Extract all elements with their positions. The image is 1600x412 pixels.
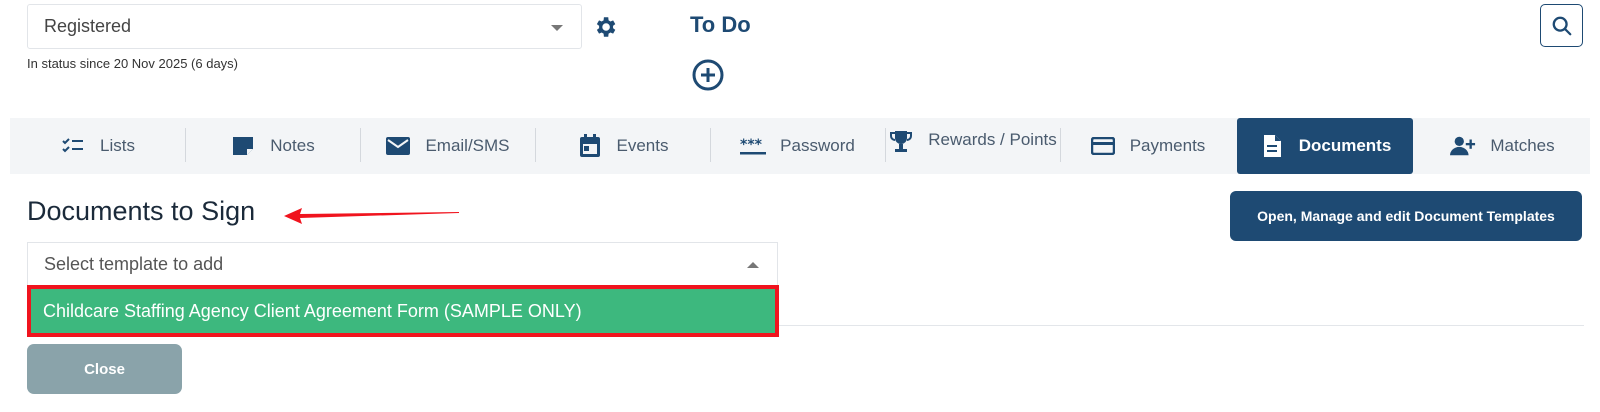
manage-templates-button[interactable]: Open, Manage and edit Document Templates [1230, 191, 1582, 241]
tab-lists[interactable]: Lists [10, 118, 185, 174]
tab-rewards-points[interactable]: Rewards / Points [885, 118, 1060, 174]
tab-matches-label: Matches [1490, 136, 1555, 155]
tab-email-sms-label: Email/SMS [425, 136, 510, 155]
tab-password-label: Password [780, 136, 855, 155]
tab-payments-label: Payments [1129, 136, 1206, 155]
search-button[interactable] [1540, 4, 1583, 47]
note-icon [230, 134, 256, 158]
tab-documents[interactable]: Documents [1237, 118, 1413, 174]
trophy-icon [888, 130, 914, 154]
close-button[interactable]: Close [27, 344, 182, 394]
tab-lists-label: Lists [100, 136, 135, 155]
asterisks-icon: *** [740, 134, 767, 158]
user-plus-icon [1450, 134, 1476, 158]
red-arrow-annotation [284, 208, 459, 224]
gear-icon[interactable] [592, 14, 618, 40]
documents-heading: Documents to Sign [27, 196, 256, 226]
add-circle-icon[interactable] [692, 59, 724, 91]
caret-down-icon [551, 25, 563, 31]
tab-password[interactable]: *** Password [710, 118, 885, 174]
status-select-value: Registered [44, 16, 132, 36]
tab-payments[interactable]: Payments [1060, 118, 1235, 174]
status-since-text: In status since 20 Nov 2025 (6 days) [27, 56, 239, 71]
template-select-placeholder: Select template to add [44, 254, 224, 274]
tab-notes[interactable]: Notes [185, 118, 360, 174]
calendar-icon [577, 134, 603, 158]
svg-text:***: *** [740, 137, 763, 153]
tab-documents-label: Documents [1298, 136, 1392, 155]
tab-rewards-points-label: Rewards / Points [928, 130, 1057, 149]
search-icon [1552, 16, 1571, 35]
template-select[interactable]: Select template to add [27, 242, 778, 286]
status-select[interactable]: Registered [27, 4, 582, 49]
divider [779, 325, 1584, 326]
tab-email-sms[interactable]: Email/SMS [360, 118, 535, 174]
checklist-icon [60, 134, 86, 158]
credit-card-icon [1090, 134, 1116, 158]
tab-events[interactable]: Events [535, 118, 710, 174]
envelope-icon [385, 134, 411, 158]
tab-notes-label: Notes [270, 136, 315, 155]
document-icon [1259, 134, 1285, 158]
tab-bar: Lists Notes Email/SMS Events *** Passwor… [10, 118, 1590, 174]
tab-matches[interactable]: Matches [1415, 118, 1590, 174]
tab-events-label: Events [616, 136, 669, 155]
template-option[interactable]: Childcare Staffing Agency Client Agreeme… [27, 285, 779, 337]
caret-up-icon [747, 262, 759, 268]
todo-title: To Do [690, 12, 751, 37]
template-option-label: Childcare Staffing Agency Client Agreeme… [43, 300, 582, 321]
